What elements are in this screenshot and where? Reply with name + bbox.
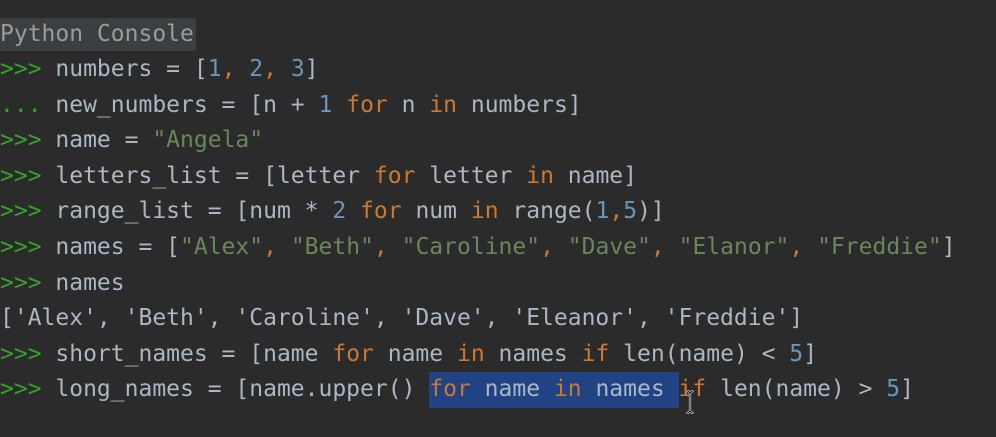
code-token: n [387,91,430,118]
code-token: long_names = [name.upper() [55,376,430,403]
text-cursor-icon [686,390,694,414]
code-token: ] [304,56,319,82]
code-token: "Angela" [152,127,264,154]
code-token: name] [553,162,638,189]
code-token: 5 [789,340,804,367]
code-token: short_names = [name [55,340,333,367]
code-token: 5 [623,198,638,225]
code-token: 1 [595,198,610,225]
code-token: in [470,198,499,225]
code-token: 1 [318,91,333,118]
code-token: "Caroline" [401,233,541,260]
code-token: name = [55,127,153,154]
prompt-marker: >>> [0,56,56,82]
code-token: 3 [290,56,305,82]
console-input-line: >>> names [0,266,996,302]
code-token: names [484,340,582,367]
code-token: , [650,233,679,260]
code-token: for [373,162,416,189]
prompt-marker: >>> [0,233,56,260]
console-title[interactable]: Python Console [0,18,196,51]
prompt-marker: >>> [0,376,56,403]
prompt-marker: >>> [0,269,56,296]
code-token: names = [ [55,233,181,260]
code-token: in [429,91,458,118]
code-token: name [470,376,554,403]
code-token: "Beth" [290,233,374,260]
code-token: 1 [207,56,222,82]
console-input-line: >>> letters_list = [letter for letter in… [0,159,996,195]
console-input-line: >>> long_names = [name.upper() for name … [0,372,996,408]
code-token: ] [900,376,914,403]
code-token: name [373,340,457,367]
console-input-line: >>> name = "Angela" [0,123,996,159]
code-token: for [332,340,374,367]
code-token: , [263,233,291,260]
code-token: for [360,198,402,225]
code-token: letters_list = [letter [55,162,374,189]
prompt-marker: >>> [0,340,56,367]
code-token: ['Alex', 'Beth', 'Caroline', 'Dave', 'El… [0,305,804,332]
console-output[interactable]: >>> numbers = [1, 2, 3]... new_numbers =… [0,52,996,408]
code-token: len(name) > [706,376,887,403]
text-selection[interactable]: for name in names [429,372,679,408]
code-token: , [263,56,291,82]
code-token: numbers = [ [55,56,208,82]
code-token: 2 [249,56,264,82]
code-token: , [373,233,402,260]
code-token: in [553,376,582,403]
console-input-line: >>> numbers = [1, 2, 3] [0,52,996,88]
code-token: , [221,56,250,82]
code-token: ] [941,233,956,260]
code-token: )] [637,198,665,225]
code-token: names [55,269,125,296]
code-token: num [401,198,471,225]
code-token: 2 [332,198,347,225]
code-token: 5 [886,376,901,403]
prompt-marker: >>> [0,162,56,189]
code-token: ] [803,340,818,367]
code-token: in [456,340,485,367]
code-token: new_numbers = [n + [55,91,319,118]
prompt-marker: >>> [0,127,56,154]
code-token: numbers] [457,91,582,118]
console-input-line: >>> short_names = [name for name in name… [0,337,996,373]
console-input-line: >>> range_list = [num * 2 for num in ran… [0,194,996,230]
code-token: range_list = [num * [55,198,333,225]
console-output-line: ['Alex', 'Beth', 'Caroline', 'Dave', 'El… [0,301,996,337]
code-token: , [789,233,818,260]
prompt-marker: >>> [0,198,56,225]
prompt-marker: ... [0,91,56,118]
code-token: "Alex" [180,233,264,260]
code-token: len(name) < [609,340,790,367]
code-token: if [581,340,610,367]
code-token: , [540,233,568,260]
code-token: "Dave" [567,233,651,260]
code-token: letter [415,162,527,189]
console-input-line: ... new_numbers = [n + 1 for n in number… [0,88,996,124]
code-token: for [346,91,388,118]
code-token: , [609,198,624,225]
code-token: "Elanor" [678,233,790,260]
code-token: "Freddie" [817,233,942,260]
code-token: names [581,376,679,403]
code-token: for [429,376,471,403]
code-token: in [526,162,554,189]
code-token: range( [498,198,596,225]
console-input-line: >>> names = ["Alex", "Beth", "Caroline",… [0,230,996,266]
